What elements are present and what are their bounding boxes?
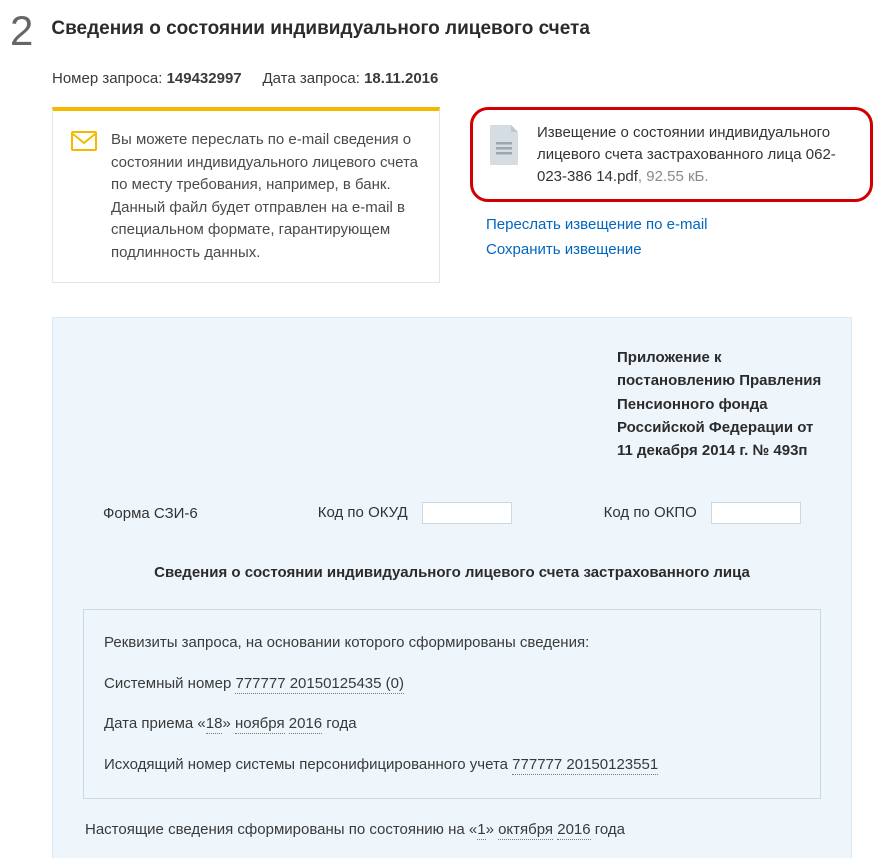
okpo-label: Код по ОКПО — [604, 504, 697, 521]
accept-month: ноября — [235, 715, 285, 734]
form-label: Форма СЗИ-6 — [103, 505, 198, 522]
request-number: 149432997 — [167, 70, 242, 87]
mail-icon — [71, 131, 97, 151]
accept-day: 18 — [206, 715, 223, 734]
status-year: 2016 — [557, 821, 590, 840]
appendix-note: Приложение к постановлению Правления Пен… — [617, 346, 827, 462]
okud-field[interactable] — [422, 502, 512, 524]
request-intro: Реквизиты запроса, на основании которого… — [104, 632, 800, 655]
document-panel: Приложение к постановлению Правления Пен… — [52, 317, 852, 858]
status-day: 1 — [477, 821, 485, 840]
outnum-label: Исходящий номер системы персонифицирован… — [104, 756, 512, 773]
request-meta: Номер запроса: 149432997 Дата запроса: 1… — [0, 62, 873, 107]
file-attachment[interactable]: Извещение о состоянии индивидуального ли… — [470, 107, 873, 202]
okpo-field[interactable] — [711, 502, 801, 524]
file-size: , 92.55 кБ. — [638, 168, 709, 185]
document-title: Сведения о состоянии индивидуального лиц… — [77, 564, 827, 581]
forward-email-link[interactable]: Переслать извещение по e-mail — [486, 216, 873, 233]
status-month: октября — [498, 821, 553, 840]
request-label: Номер запроса: — [52, 70, 162, 87]
email-info-text: Вы можете переслать по e-mail сведения о… — [111, 129, 421, 264]
email-info-box: Вы можете переслать по e-mail сведения о… — [52, 107, 440, 283]
step-number: 2 — [10, 10, 33, 52]
status-line: Настоящие сведения сформированы по состо… — [77, 821, 827, 838]
accept-year: 2016 — [289, 715, 322, 734]
request-details-box: Реквизиты запроса, на основании которого… — [83, 609, 821, 799]
save-notice-link[interactable]: Сохранить извещение — [486, 241, 873, 258]
outnum-value: 777777 20150123551 — [512, 756, 658, 775]
request-date: 18.11.2016 — [364, 70, 438, 87]
document-icon — [487, 124, 521, 166]
request-date-label: Дата запроса: — [263, 70, 360, 87]
page-title: Сведения о состоянии индивидуального лиц… — [51, 10, 590, 40]
form-codes-row: Форма СЗИ-6 Код по ОКУД Код по ОКПО — [77, 492, 827, 554]
okud-label: Код по ОКУД — [318, 504, 408, 521]
accept-date-label: Дата приема « — [104, 715, 206, 732]
sysnum-value: 777777 20150125435 (0) — [235, 675, 404, 694]
sysnum-label: Системный номер — [104, 675, 235, 692]
